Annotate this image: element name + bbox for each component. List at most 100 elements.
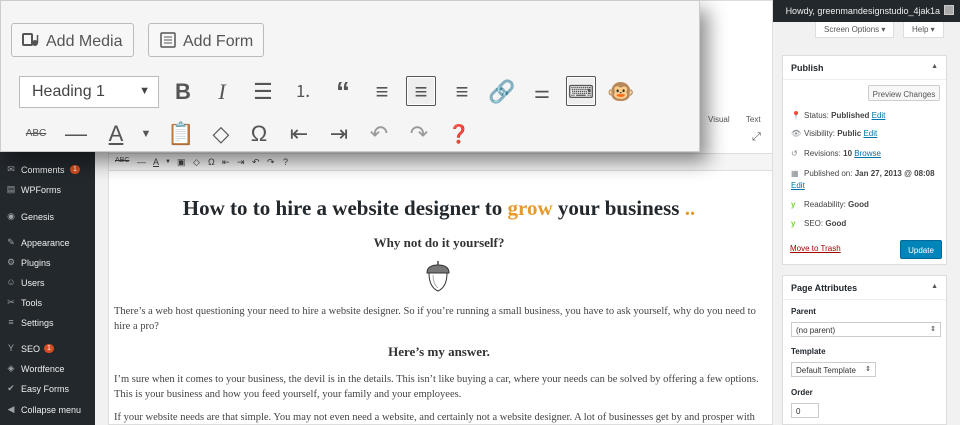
status-row: 📍 Status: Published Edit <box>791 111 885 120</box>
bullet-list-icon[interactable]: ☰ <box>248 77 278 107</box>
italic-icon[interactable]: I <box>207 77 237 107</box>
edit-date-link[interactable]: Edit <box>791 181 805 190</box>
order-input[interactable]: 0 <box>791 403 819 418</box>
format-select[interactable]: Heading 1 ▼ <box>19 76 159 108</box>
special-character-icon[interactable]: Ω <box>244 119 274 149</box>
template-value: Default Template <box>796 366 856 375</box>
help-button[interactable]: Help ▾ <box>903 22 944 38</box>
settings-icon: ≡ <box>8 317 14 327</box>
sidebar-item-label: Users <box>21 278 45 288</box>
fullscreen-icon[interactable]: ⤢ <box>752 131 761 144</box>
easy-forms-icon: ✔ <box>7 383 15 393</box>
sidebar-item-users[interactable]: ☺ Users <box>0 273 95 293</box>
strikethrough-icon[interactable]: ABC <box>21 119 51 149</box>
template-select[interactable]: Default Template ⇕ <box>791 362 876 377</box>
calendar-icon: ▦ <box>791 169 799 178</box>
outdent-icon[interactable]: ⇤ <box>222 157 230 168</box>
title-dots: .. <box>684 196 696 220</box>
media-icon <box>22 33 39 46</box>
screen-options-button[interactable]: Screen Options ▾ <box>815 22 895 38</box>
post-title: How to to hire a website designer to gro… <box>114 196 764 221</box>
indent-icon[interactable]: ⇥ <box>237 157 245 168</box>
publish-box-header[interactable]: Publish ▲ <box>783 56 946 80</box>
clear-format-icon[interactable]: ◇ <box>193 157 200 168</box>
wordfence-icon: ◈ <box>7 363 15 373</box>
published-label: Published on: <box>804 169 853 178</box>
decrease-indent-icon[interactable]: ⇤ <box>284 119 314 149</box>
undo-icon[interactable]: ↶ <box>364 119 394 149</box>
redo-icon[interactable]: ↷ <box>267 157 275 168</box>
clear-formatting-icon[interactable]: ◇ <box>206 119 236 149</box>
text-color-icon[interactable]: A <box>101 119 131 149</box>
link-icon[interactable]: 🔗 <box>487 77 517 107</box>
revisions-row: ↺ Revisions: 10 Browse <box>791 149 881 158</box>
sidebar-item-seo[interactable]: Y SEO 1 <box>0 339 95 359</box>
title-part: How to to hire a website designer to <box>182 196 508 220</box>
edit-visibility-link[interactable]: Edit <box>863 129 877 138</box>
sidebar-item-collapse-menu[interactable]: ◀ Collapse menu <box>0 400 95 420</box>
sidebar-item-settings[interactable]: ≡ Settings <box>0 313 95 333</box>
edit-date-row: Edit <box>791 181 805 190</box>
status-label: Status: <box>804 111 829 120</box>
increase-indent-icon[interactable]: ⇥ <box>324 119 354 149</box>
toolbar-toggle-icon[interactable]: ⌨ <box>566 76 596 106</box>
parent-value: (no parent) <box>796 326 836 335</box>
strikethrough-icon[interactable]: ABC <box>115 157 129 164</box>
blockquote-icon[interactable]: “ <box>328 77 358 107</box>
paste-text-icon[interactable]: ▣ <box>177 157 186 168</box>
sidebar-item-comments[interactable]: ✉ Comments 1 <box>0 160 95 180</box>
sidebar-item-label: SEO <box>21 344 41 354</box>
howdy-text[interactable]: Howdy, greenmandesignstudio_4jak1a <box>786 6 940 16</box>
published-value: Jan 27, 2013 @ 08:08 <box>854 169 935 178</box>
small-editor-toolbar: ABC — A ▼ ▣ ◇ Ω ⇤ ⇥ ↶ ↷ ? <box>108 153 773 171</box>
page-attributes-header[interactable]: Page Attributes ▲ <box>783 276 946 300</box>
readability-label: Readability: <box>804 200 846 209</box>
sidebar-item-wpforms[interactable]: ▤ WPForms <box>0 180 95 200</box>
help-icon[interactable]: ? <box>283 157 288 167</box>
sidebar-item-wordfence[interactable]: ◈ Wordfence <box>0 359 95 379</box>
text-color-icon[interactable]: A <box>153 157 159 167</box>
numbered-list-icon[interactable]: ⒈ <box>288 77 318 107</box>
sidebar-item-tools[interactable]: ✂ Tools <box>0 293 95 313</box>
bold-icon[interactable]: B <box>168 77 198 107</box>
visibility-row: 👁 Visibility: Public Edit <box>791 129 877 138</box>
hr-icon[interactable]: — <box>137 157 146 167</box>
sidebar-item-label: Genesis <box>21 212 55 222</box>
special-char-icon[interactable]: Ω <box>208 157 215 167</box>
undo-icon[interactable]: ↶ <box>252 157 260 168</box>
sidebar-item-genesis[interactable]: ◉ Genesis <box>0 207 95 227</box>
edit-status-link[interactable]: Edit <box>872 111 886 120</box>
comments-icon: ✉ <box>7 164 15 174</box>
admin-menu: ✉ Comments 1 ▤ WPForms ◉ Genesis ✎ Appearance ⚙ Pl… <box>0 150 95 425</box>
align-right-icon[interactable]: ≡ <box>447 77 477 107</box>
add-form-button[interactable]: Add Form <box>148 23 265 57</box>
keyboard-shortcuts-icon[interactable]: ❓ <box>444 119 474 149</box>
seo-label: SEO: <box>804 219 824 228</box>
sidebar-item-label: Wordfence <box>21 364 65 374</box>
color-dropdown-icon[interactable]: ▼ <box>131 119 161 149</box>
sidebar-item-appearance[interactable]: ✎ Appearance <box>0 233 95 253</box>
parent-select[interactable]: (no parent) ⇕ <box>791 322 941 337</box>
sidebar-item-easy-forms[interactable]: ✔ Easy Forms <box>0 379 95 399</box>
read-more-icon[interactable]: ⚌ <box>527 77 557 107</box>
revisions-icon: ↺ <box>791 149 798 158</box>
collapse-arrow-icon[interactable]: ▲ <box>931 63 938 70</box>
mailchimp-icon[interactable]: 🐵 <box>606 77 636 107</box>
align-left-icon[interactable]: ≡ <box>367 77 397 107</box>
paste-as-text-icon[interactable]: 📋 <box>166 119 196 149</box>
sidebar-item-plugins[interactable]: ⚙ Plugins <box>0 253 95 273</box>
preview-changes-button[interactable]: Preview Changes <box>868 85 940 101</box>
collapse-arrow-icon[interactable]: ▲ <box>931 283 938 290</box>
move-to-trash-link[interactable]: Move to Trash <box>790 244 841 253</box>
horizontal-line-icon[interactable]: — <box>61 119 91 149</box>
paragraph: If your website needs are that simple. Y… <box>114 412 755 423</box>
redo-icon[interactable]: ↷ <box>404 119 434 149</box>
avatar[interactable] <box>944 5 954 15</box>
update-button[interactable]: Update <box>900 240 942 259</box>
browse-revisions-link[interactable]: Browse <box>854 149 881 158</box>
tab-visual[interactable]: Visual <box>708 115 730 124</box>
tab-text[interactable]: Text <box>746 115 761 124</box>
align-center-icon[interactable]: ≡ <box>406 76 436 106</box>
add-media-button[interactable]: Add Media <box>11 23 134 57</box>
color-dropdown-icon[interactable]: ▼ <box>165 159 171 165</box>
